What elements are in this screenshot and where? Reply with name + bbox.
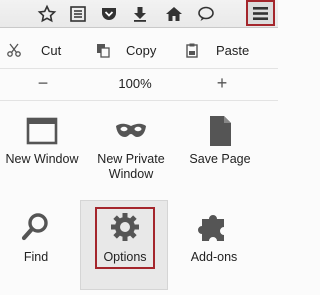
options-button[interactable]: Options — [82, 210, 168, 265]
paste-icon[interactable] — [184, 42, 200, 58]
download-icon[interactable] — [130, 4, 150, 24]
new-private-window-label-line1: New Private — [97, 152, 165, 166]
gear-icon — [108, 210, 142, 244]
find-label: Find — [23, 250, 49, 264]
puzzle-piece-icon — [197, 210, 231, 244]
home-icon[interactable] — [164, 4, 184, 24]
new-private-window-button[interactable]: New Private Window — [88, 114, 174, 182]
save-page-label: Save Page — [189, 152, 251, 166]
copy-icon[interactable] — [95, 42, 111, 58]
zoom-reset-button[interactable]: 100% — [100, 76, 170, 91]
cut-button[interactable]: Cut — [41, 43, 61, 58]
new-window-button[interactable]: New Window — [0, 114, 85, 167]
edit-controls: Cut Copy Paste — [0, 38, 278, 68]
search-icon — [19, 210, 53, 244]
zoom-controls: − 100% + — [0, 70, 278, 100]
zoom-in-button[interactable]: + — [212, 73, 232, 94]
add-ons-button[interactable]: Add-ons — [171, 210, 257, 265]
divider — [0, 68, 278, 69]
star-icon[interactable] — [37, 4, 57, 24]
save-page-button[interactable]: Save Page — [177, 114, 263, 167]
private-mask-icon — [114, 114, 148, 148]
browser-toolbar — [0, 0, 278, 28]
menu-icon — [253, 7, 268, 20]
new-window-label: New Window — [5, 152, 79, 166]
reading-list-icon[interactable] — [68, 4, 88, 24]
pocket-icon[interactable] — [99, 4, 119, 24]
window-icon — [25, 114, 59, 148]
options-label: Options — [103, 250, 147, 264]
zoom-out-button[interactable]: − — [33, 73, 53, 94]
new-private-window-label-line2: Window — [108, 167, 154, 181]
page-icon — [203, 114, 237, 148]
chat-icon[interactable] — [196, 4, 216, 24]
scissors-icon[interactable] — [6, 42, 22, 58]
find-button[interactable]: Find — [0, 210, 79, 265]
copy-button[interactable]: Copy — [126, 43, 156, 58]
paste-button[interactable]: Paste — [216, 43, 249, 58]
divider — [0, 100, 278, 101]
add-ons-label: Add-ons — [190, 250, 238, 264]
open-menu-button[interactable] — [246, 0, 275, 26]
